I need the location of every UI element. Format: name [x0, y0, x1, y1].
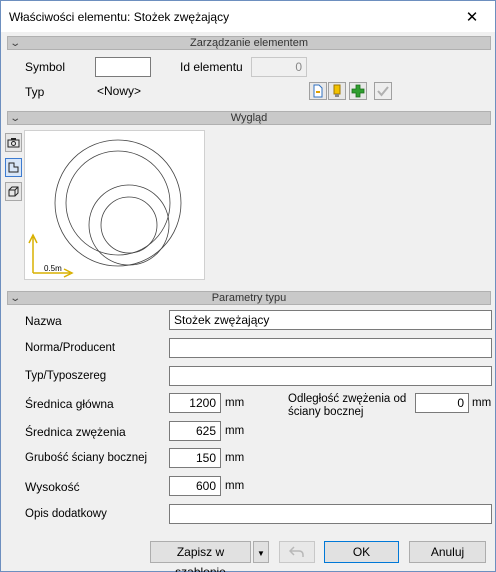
height-unit: mm	[225, 480, 245, 492]
cone-top-view-drawing	[28, 139, 182, 278]
section-header-appearance[interactable]: ⌄ Wygląd	[7, 111, 491, 125]
save-template-button[interactable]: Zapisz w szablonie	[150, 541, 251, 572]
type-select[interactable]: <Nowy>	[95, 81, 307, 101]
wall-thickness-label: Grubość ściany bocznej	[25, 452, 148, 464]
scale-label: 0.5m	[44, 264, 62, 273]
section-header-management[interactable]: ⌄ Zarządzanie elementem	[7, 36, 491, 50]
height-label: Wysokość	[25, 480, 80, 494]
symbol-label: Symbol	[25, 60, 66, 74]
undo-icon	[288, 546, 304, 557]
narrow-diameter-unit: mm	[225, 425, 245, 437]
add-icon[interactable]	[349, 82, 367, 100]
id-label: Id elementu	[180, 60, 243, 74]
height-input[interactable]: 600	[169, 476, 221, 496]
norm-input[interactable]	[169, 338, 492, 358]
ok-button[interactable]: OK	[324, 541, 399, 563]
window-title: Właściwości elementu: Stożek zwężający	[9, 10, 230, 24]
offset-label-line1: Odległość zwężenia od	[288, 393, 407, 405]
triangle-down-icon: ▼	[257, 549, 265, 558]
extra-input[interactable]	[169, 504, 492, 524]
section-title: Wygląd	[230, 112, 268, 124]
series-label: Typ/Typoszereg	[25, 370, 107, 382]
narrow-diameter-label: Średnica zwężenia	[25, 425, 126, 439]
check-icon[interactable]	[374, 82, 392, 100]
title-bar: Właściwości elementu: Stożek zwężający ✕	[1, 1, 495, 32]
properties-dialog: Właściwości elementu: Stożek zwężający ✕…	[0, 0, 496, 572]
norm-label: Norma/Producent	[25, 342, 116, 354]
top-view-icon[interactable]	[5, 158, 22, 177]
extra-label: Opis dodatkowy	[25, 508, 107, 520]
symbol-input[interactable]	[95, 57, 151, 77]
save-template-dropdown[interactable]: ▼	[253, 541, 269, 563]
name-label: Nazwa	[25, 314, 62, 328]
name-input[interactable]: Stożek zwężający	[169, 310, 492, 330]
edit-icon[interactable]	[309, 82, 327, 100]
main-diameter-unit: mm	[225, 397, 245, 409]
cancel-button[interactable]: Anuluj	[409, 541, 486, 563]
wall-thickness-unit: mm	[225, 452, 245, 464]
offset-label-line2: ściany bocznej	[288, 406, 364, 418]
undo-button[interactable]	[279, 541, 315, 563]
offset-unit: mm	[472, 397, 492, 409]
main-diameter-label: Średnica główna	[25, 397, 114, 411]
close-icon[interactable]: ✕	[449, 1, 495, 32]
narrow-diameter-input[interactable]: 625	[169, 421, 221, 441]
lamp-icon[interactable]	[328, 82, 346, 100]
id-input: 0	[251, 57, 307, 77]
type-label: Typ	[25, 85, 45, 99]
series-input[interactable]	[169, 366, 492, 386]
section-title: Zarządzanie elementem	[189, 37, 308, 49]
3d-view-icon[interactable]	[5, 182, 22, 201]
main-diameter-input[interactable]: 1200	[169, 393, 221, 413]
preview-canvas: 0.5m	[24, 130, 205, 280]
camera-icon[interactable]	[5, 133, 22, 152]
wall-thickness-input[interactable]: 150	[169, 448, 221, 468]
section-header-type-params[interactable]: ⌄ Parametry typu	[7, 291, 491, 305]
offset-input[interactable]: 0	[415, 393, 469, 413]
section-title: Parametry typu	[211, 292, 287, 304]
